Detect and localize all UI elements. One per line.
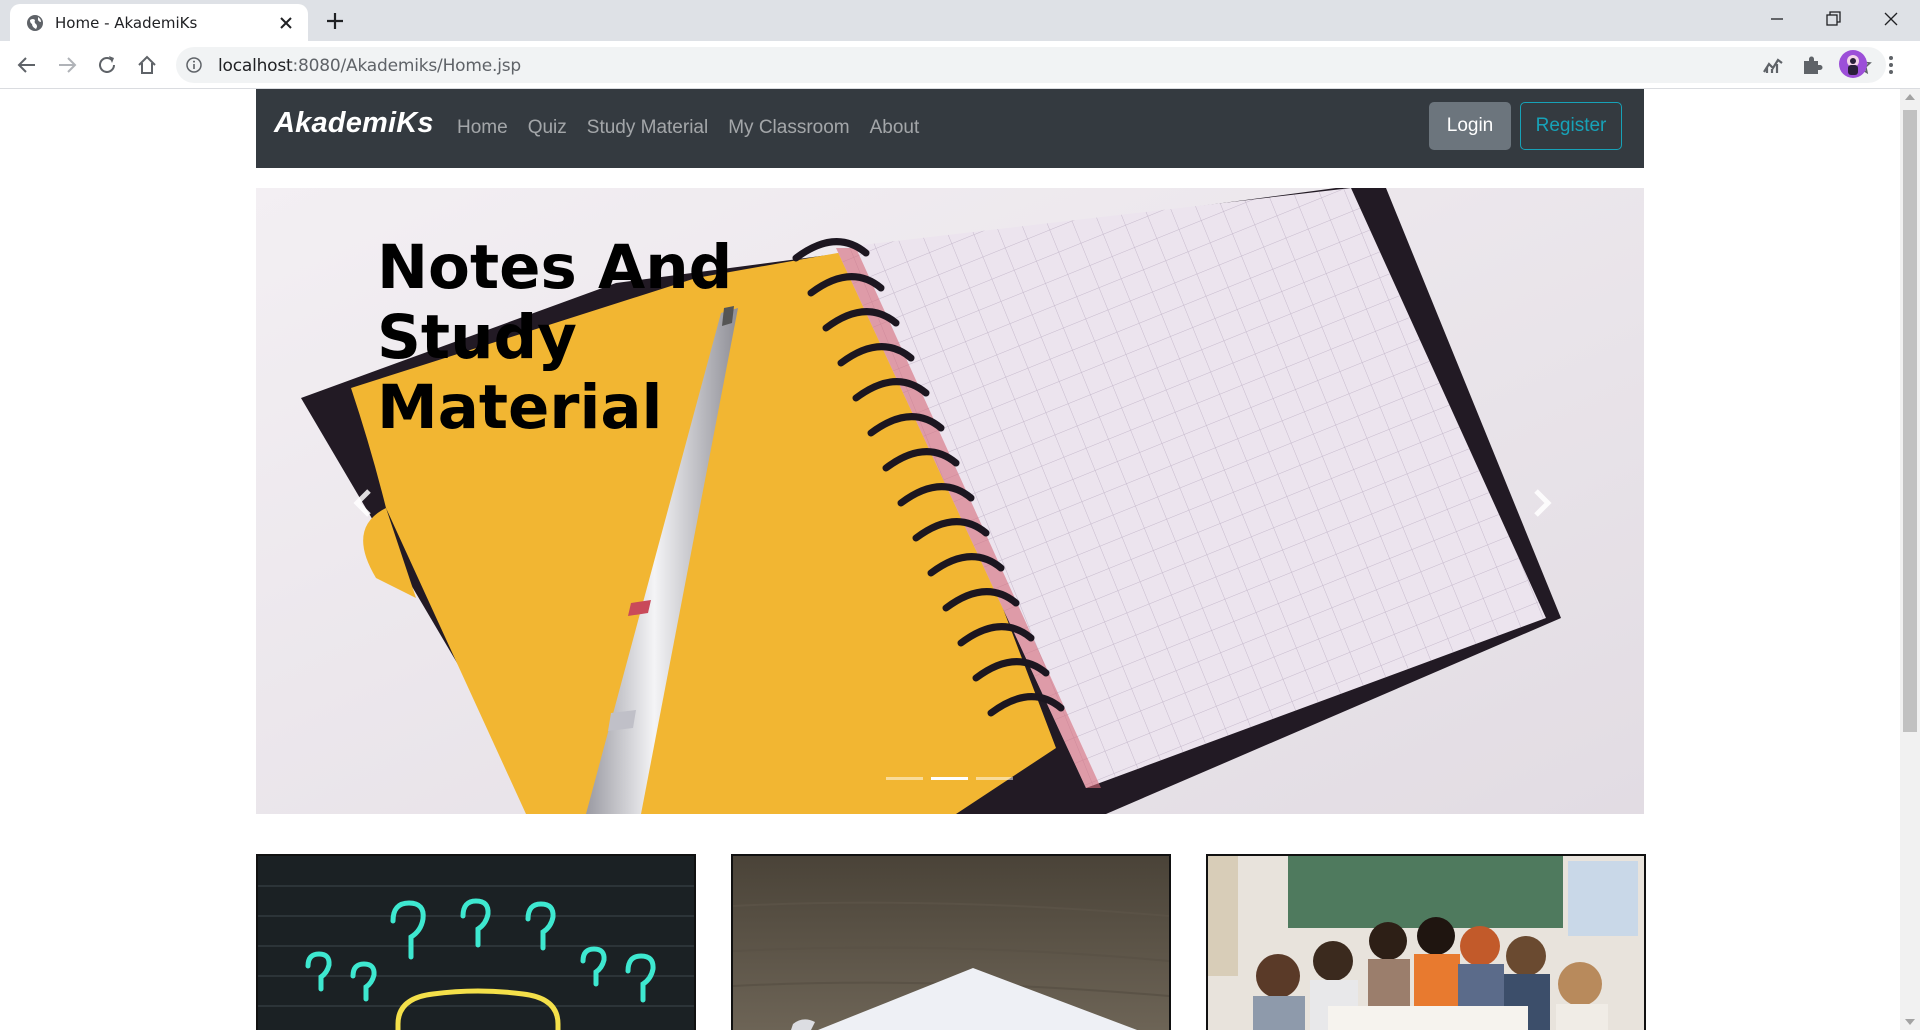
profile-avatar[interactable] — [1839, 50, 1867, 78]
minimize-icon[interactable] — [1762, 6, 1792, 32]
carousel-prev-icon[interactable] — [349, 483, 379, 523]
extension-chart-icon[interactable] — [1762, 54, 1784, 76]
register-button[interactable]: Register — [1520, 102, 1622, 150]
nav-links: Home Quiz Study Material My Classroom Ab… — [457, 117, 919, 139]
page-viewport: AkademiKs Home Quiz Study Material My Cl… — [0, 89, 1900, 1030]
url-text[interactable]: localhost:8080/Akademiks/Home.jsp — [218, 56, 521, 76]
carousel-indicator-1[interactable] — [886, 777, 923, 780]
nav-link-study-material[interactable]: Study Material — [587, 117, 708, 139]
reload-icon[interactable] — [95, 53, 119, 77]
carousel-indicators — [886, 777, 1013, 780]
slide-heading: Notes And Study Material — [377, 233, 837, 443]
address-bar[interactable]: localhost:8080/Akademiks/Home.jsp — [176, 47, 1886, 83]
card-classroom[interactable] — [1206, 854, 1646, 1030]
page-scrollbar[interactable] — [1900, 89, 1920, 1030]
carousel-indicator-2[interactable] — [931, 777, 968, 780]
home-icon[interactable] — [135, 53, 159, 77]
browser-tabstrip: Home - AkademiKs — [0, 0, 1920, 41]
scroll-down-arrow-icon[interactable] — [1905, 1019, 1915, 1025]
extensions-puzzle-icon[interactable] — [1801, 54, 1823, 76]
carousel-indicator-3[interactable] — [976, 777, 1013, 780]
quiz-neon-image — [258, 856, 694, 1030]
globe-icon — [27, 15, 43, 31]
info-icon[interactable] — [186, 57, 202, 73]
slide-heading-line-3: Material — [377, 372, 663, 443]
tab-title: Home - AkademiKs — [55, 14, 198, 32]
card-quiz[interactable] — [256, 854, 696, 1030]
slide-heading-line-1: Notes And — [377, 232, 733, 303]
hero-carousel: Notes And Study Material — [256, 188, 1644, 814]
scrollbar-thumb[interactable] — [1903, 110, 1917, 732]
site-navbar: AkademiKs Home Quiz Study Material My Cl… — [256, 89, 1644, 168]
forward-arrow-icon[interactable] — [55, 53, 79, 77]
notepad-image — [733, 856, 1169, 1030]
browser-tab-active[interactable]: Home - AkademiKs — [10, 4, 308, 41]
scroll-up-arrow-icon[interactable] — [1905, 94, 1915, 100]
brand-logo[interactable]: AkademiKs — [274, 107, 434, 140]
nav-link-about[interactable]: About — [870, 117, 920, 139]
back-arrow-icon[interactable] — [15, 53, 39, 77]
browser-toolbar: localhost:8080/Akademiks/Home.jsp — [0, 41, 1920, 89]
nav-link-quiz[interactable]: Quiz — [528, 117, 567, 139]
classroom-students-image — [1208, 856, 1644, 1030]
carousel-next-icon[interactable] — [1526, 483, 1556, 523]
browser-menu-icon[interactable] — [1886, 53, 1896, 77]
card-study-material[interactable] — [731, 854, 1171, 1030]
login-button[interactable]: Login — [1429, 102, 1511, 150]
new-tab-icon[interactable] — [324, 10, 346, 32]
nav-link-home[interactable]: Home — [457, 117, 508, 139]
avatar-person-icon — [1847, 55, 1859, 75]
close-window-icon[interactable] — [1876, 6, 1906, 32]
close-tab-icon[interactable] — [278, 15, 294, 31]
nav-link-my-classroom[interactable]: My Classroom — [728, 117, 849, 139]
slide-heading-line-2: Study — [377, 302, 577, 373]
restore-icon[interactable] — [1818, 6, 1848, 32]
